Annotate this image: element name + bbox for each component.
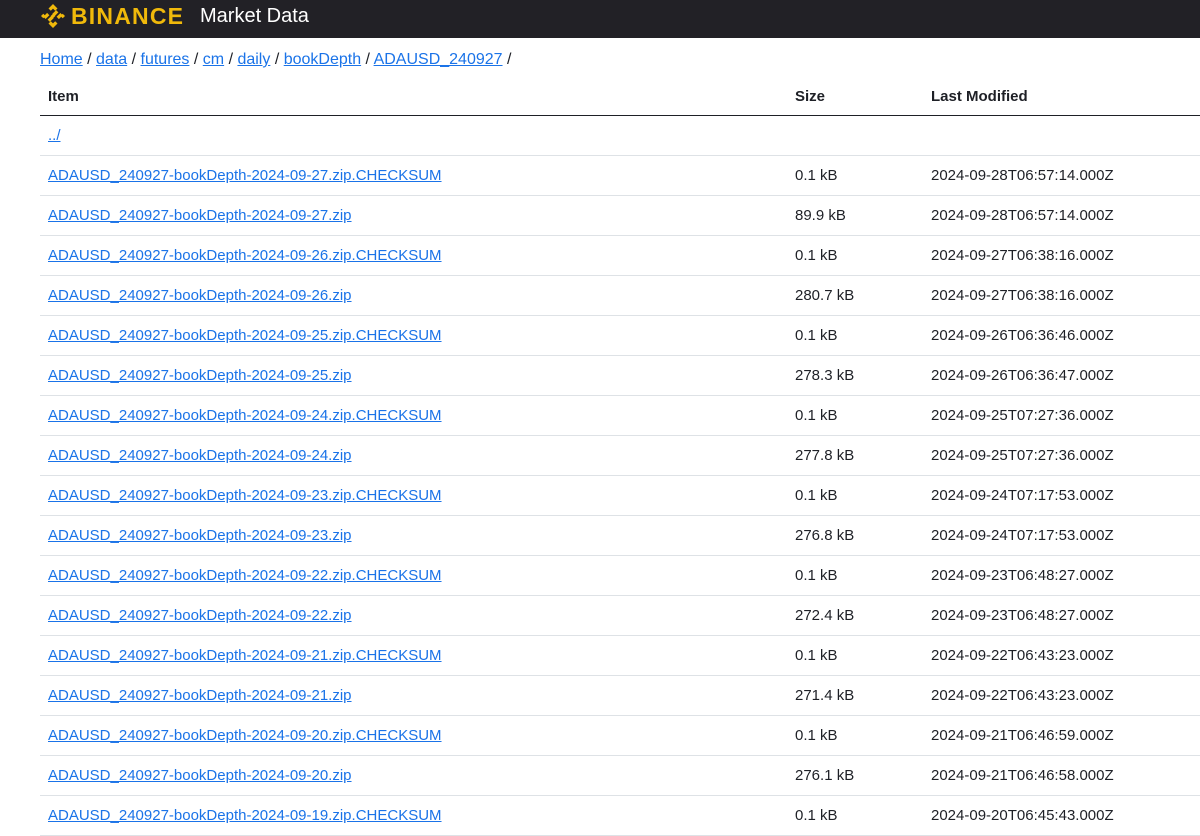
breadcrumb-separator: / bbox=[193, 51, 203, 68]
file-last-modified: 2024-09-26T06:36:47.000Z bbox=[923, 355, 1200, 396]
file-last-modified: 2024-09-23T06:48:27.000Z bbox=[923, 555, 1200, 596]
file-link[interactable]: ADAUSD_240927-bookDepth-2024-09-22.zip bbox=[48, 607, 352, 624]
table-row: ADAUSD_240927-bookDepth-2024-09-21.zip.C… bbox=[40, 635, 1200, 676]
breadcrumb-home[interactable]: Home bbox=[40, 51, 83, 68]
file-size bbox=[787, 115, 923, 156]
file-link[interactable]: ADAUSD_240927-bookDepth-2024-09-25.zip.C… bbox=[48, 327, 442, 344]
table-row: ADAUSD_240927-bookDepth-2024-09-26.zip.C… bbox=[40, 235, 1200, 276]
breadcrumb-cm[interactable]: cm bbox=[203, 51, 224, 68]
file-last-modified: 2024-09-24T07:17:53.000Z bbox=[923, 475, 1200, 516]
file-link[interactable]: ADAUSD_240927-bookDepth-2024-09-26.zip bbox=[48, 287, 352, 304]
file-link[interactable]: ADAUSD_240927-bookDepth-2024-09-23.zip.C… bbox=[48, 487, 442, 504]
file-size: 272.4 kB bbox=[787, 595, 923, 636]
file-last-modified: 2024-09-22T06:43:23.000Z bbox=[923, 675, 1200, 716]
breadcrumb-bookdepth[interactable]: bookDepth bbox=[284, 51, 361, 68]
binance-diamond-icon bbox=[41, 4, 65, 28]
breadcrumb-separator: / bbox=[506, 51, 512, 68]
file-last-modified bbox=[923, 115, 1200, 156]
column-header-item: Item bbox=[40, 77, 787, 116]
table-row: ADAUSD_240927-bookDepth-2024-09-25.zip.C… bbox=[40, 315, 1200, 356]
brand-name: BINANCE bbox=[71, 3, 185, 29]
table-row: ADAUSD_240927-bookDepth-2024-09-24.zip.C… bbox=[40, 395, 1200, 436]
table-row: ADAUSD_240927-bookDepth-2024-09-20.zip 27… bbox=[40, 755, 1200, 796]
breadcrumb-data[interactable]: data bbox=[96, 51, 127, 68]
table-row: ADAUSD_240927-bookDepth-2024-09-26.zip 28… bbox=[40, 275, 1200, 316]
file-last-modified: 2024-09-22T06:43:23.000Z bbox=[923, 635, 1200, 676]
file-listing-table: Item Size Last Modified ../ ADAUSD_24092… bbox=[40, 77, 1200, 836]
file-link[interactable]: ADAUSD_240927-bookDepth-2024-09-20.zip.C… bbox=[48, 727, 442, 744]
file-size: 0.1 kB bbox=[787, 315, 923, 356]
file-last-modified: 2024-09-25T07:27:36.000Z bbox=[923, 395, 1200, 436]
breadcrumb-separator: / bbox=[87, 51, 97, 68]
file-size: 89.9 kB bbox=[787, 195, 923, 236]
breadcrumb-separator: / bbox=[274, 51, 284, 68]
file-link[interactable]: ADAUSD_240927-bookDepth-2024-09-24.zip bbox=[48, 447, 352, 464]
file-last-modified: 2024-09-28T06:57:14.000Z bbox=[923, 195, 1200, 236]
file-last-modified: 2024-09-23T06:48:27.000Z bbox=[923, 595, 1200, 636]
file-link[interactable]: ADAUSD_240927-bookDepth-2024-09-23.zip bbox=[48, 527, 352, 544]
file-link[interactable]: ADAUSD_240927-bookDepth-2024-09-27.zip.C… bbox=[48, 167, 442, 184]
top-navbar: BINANCE Market Data bbox=[0, 0, 1200, 38]
file-size: 276.8 kB bbox=[787, 515, 923, 556]
file-last-modified: 2024-09-28T06:57:14.000Z bbox=[923, 155, 1200, 196]
file-link[interactable]: ADAUSD_240927-bookDepth-2024-09-22.zip.C… bbox=[48, 567, 442, 584]
breadcrumb: Home / data / futures / cm / daily / boo… bbox=[40, 50, 511, 70]
breadcrumb-daily[interactable]: daily bbox=[237, 51, 270, 68]
file-size: 0.1 kB bbox=[787, 475, 923, 516]
table-row: ADAUSD_240927-bookDepth-2024-09-21.zip 27… bbox=[40, 675, 1200, 716]
file-size: 0.1 kB bbox=[787, 795, 923, 836]
table-header-row: Item Size Last Modified bbox=[40, 77, 1200, 116]
file-link[interactable]: ADAUSD_240927-bookDepth-2024-09-21.zip.C… bbox=[48, 647, 442, 664]
file-last-modified: 2024-09-26T06:36:46.000Z bbox=[923, 315, 1200, 356]
file-size: 0.1 kB bbox=[787, 635, 923, 676]
app-title: Market Data bbox=[200, 5, 309, 27]
file-size: 280.7 kB bbox=[787, 275, 923, 316]
file-link[interactable]: ADAUSD_240927-bookDepth-2024-09-20.zip bbox=[48, 767, 352, 784]
file-last-modified: 2024-09-27T06:38:16.000Z bbox=[923, 275, 1200, 316]
table-row: ADAUSD_240927-bookDepth-2024-09-27.zip.C… bbox=[40, 155, 1200, 196]
table-row: ADAUSD_240927-bookDepth-2024-09-19.zip.C… bbox=[40, 795, 1200, 836]
file-list-body: ../ ADAUSD_240927-bookDepth-2024-09-27.z… bbox=[40, 115, 1200, 836]
table-row: ADAUSD_240927-bookDepth-2024-09-22.zip.C… bbox=[40, 555, 1200, 596]
file-size: 0.1 kB bbox=[787, 155, 923, 196]
breadcrumb-futures[interactable]: futures bbox=[141, 51, 190, 68]
file-size: 0.1 kB bbox=[787, 715, 923, 756]
file-last-modified: 2024-09-24T07:17:53.000Z bbox=[923, 515, 1200, 556]
table-row: ADAUSD_240927-bookDepth-2024-09-22.zip 27… bbox=[40, 595, 1200, 636]
file-last-modified: 2024-09-25T07:27:36.000Z bbox=[923, 435, 1200, 476]
file-last-modified: 2024-09-20T06:45:43.000Z bbox=[923, 795, 1200, 836]
parent-directory-row: ../ bbox=[40, 115, 1200, 156]
table-row: ADAUSD_240927-bookDepth-2024-09-25.zip 27… bbox=[40, 355, 1200, 396]
binance-logo[interactable]: BINANCE bbox=[40, 3, 184, 29]
file-last-modified: 2024-09-27T06:38:16.000Z bbox=[923, 235, 1200, 276]
file-link[interactable]: ADAUSD_240927-bookDepth-2024-09-24.zip.C… bbox=[48, 407, 442, 424]
breadcrumb-adausd-240927[interactable]: ADAUSD_240927 bbox=[374, 51, 503, 68]
file-last-modified: 2024-09-21T06:46:59.000Z bbox=[923, 715, 1200, 756]
file-size: 0.1 kB bbox=[787, 395, 923, 436]
table-row: ADAUSD_240927-bookDepth-2024-09-24.zip 27… bbox=[40, 435, 1200, 476]
column-header-size: Size bbox=[787, 77, 923, 116]
table-row: ADAUSD_240927-bookDepth-2024-09-27.zip 89… bbox=[40, 195, 1200, 236]
table-row: ADAUSD_240927-bookDepth-2024-09-23.zip.C… bbox=[40, 475, 1200, 516]
file-last-modified: 2024-09-21T06:46:58.000Z bbox=[923, 755, 1200, 796]
file-size: 0.1 kB bbox=[787, 235, 923, 276]
file-size: 277.8 kB bbox=[787, 435, 923, 476]
breadcrumb-separator: / bbox=[365, 51, 374, 68]
file-link[interactable]: ADAUSD_240927-bookDepth-2024-09-27.zip bbox=[48, 207, 352, 224]
table-row: ADAUSD_240927-bookDepth-2024-09-23.zip 27… bbox=[40, 515, 1200, 556]
file-link[interactable]: ADAUSD_240927-bookDepth-2024-09-21.zip bbox=[48, 687, 352, 704]
file-link[interactable]: ADAUSD_240927-bookDepth-2024-09-26.zip.C… bbox=[48, 247, 442, 264]
file-size: 0.1 kB bbox=[787, 555, 923, 596]
file-size: 276.1 kB bbox=[787, 755, 923, 796]
file-link[interactable]: ADAUSD_240927-bookDepth-2024-09-25.zip bbox=[48, 367, 352, 384]
file-size: 278.3 kB bbox=[787, 355, 923, 396]
table-row: ADAUSD_240927-bookDepth-2024-09-20.zip.C… bbox=[40, 715, 1200, 756]
file-size: 271.4 kB bbox=[787, 675, 923, 716]
column-header-last-modified: Last Modified bbox=[923, 77, 1200, 116]
file-link[interactable]: ADAUSD_240927-bookDepth-2024-09-19.zip.C… bbox=[48, 807, 442, 824]
parent-directory-link[interactable]: ../ bbox=[48, 127, 61, 144]
breadcrumb-separator: / bbox=[131, 51, 141, 68]
